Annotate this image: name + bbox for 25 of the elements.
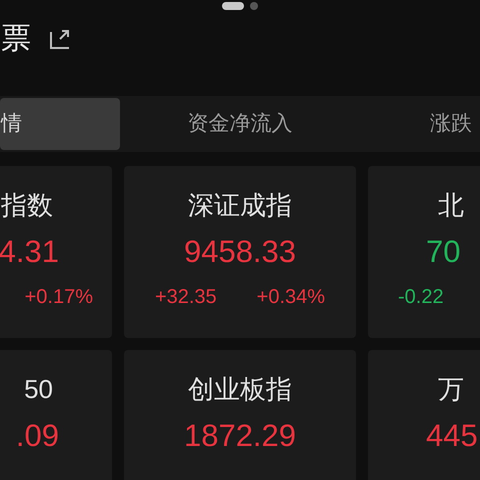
change-percent: +0.17% [24,285,93,310]
index-value: 445 [425,417,478,455]
index-name: 创业板指 [188,373,292,406]
index-name: 50 [24,373,54,406]
index-name: 深证成指 [188,189,292,222]
share-icon[interactable] [49,28,71,50]
index-card[interactable]: 深证成指 9458.33 +32.35 +0.34% [124,166,356,338]
tab[interactable]: 涨跌 [360,98,480,150]
index-value: 1872.29 [184,417,296,455]
index-name: 指数 [1,189,54,222]
tab[interactable]: 资金净流入 [120,98,360,150]
index-name: 北 [437,189,464,222]
index-value: 9458.33 [184,233,296,271]
index-card[interactable]: 50 .09 [0,350,112,480]
index-value: .09 [16,417,60,455]
index-card[interactable]: 万 445 [368,350,480,480]
tab[interactable]: 情 [0,98,120,150]
index-name: 万 [437,373,464,406]
index-card[interactable]: 北 70 -0.22 [368,166,480,338]
change-value: -0.22 [398,285,444,310]
page-title: 票 [1,24,31,54]
change-percent: +0.34% [256,285,326,310]
index-value: 70 [425,233,460,271]
change-value: +32.35 [154,285,217,310]
index-card[interactable]: 创业板指 1872.29 [124,350,356,480]
